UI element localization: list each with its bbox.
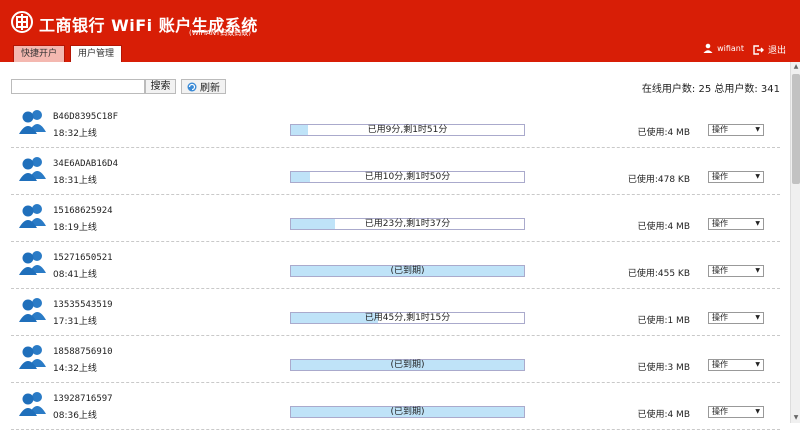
logout-icon (753, 44, 764, 55)
operation-selected: 操作 (712, 407, 728, 416)
table-row: 34E6ADAB16D4 18:31上线 已用10分,剩1时50分 已使用:47… (11, 148, 780, 195)
dropdown-arrow-icon: ▼ (755, 314, 760, 321)
user-account: 13535543519 (53, 300, 113, 310)
refresh-label: 刷新 (200, 83, 220, 94)
user-account: 13928716597 (53, 394, 113, 404)
tab-bar: 快捷开户 用户管理 (13, 45, 123, 62)
users-icon (19, 110, 46, 134)
dropdown-arrow-icon: ▼ (755, 408, 760, 415)
table-row: 18588756910 14:32上线 (已到期) 已使用:3 MB 操作 ▼ (11, 336, 780, 383)
logout-label: 退出 (767, 46, 786, 56)
dropdown-arrow-icon: ▼ (755, 173, 760, 180)
data-usage: 已使用:4 MB (637, 222, 690, 232)
operation-selected: 操作 (712, 360, 728, 369)
data-usage: 已使用:4 MB (637, 128, 690, 138)
time-progress-bar: 已用23分,剩1时37分 (290, 218, 525, 230)
data-usage: 已使用:1 MB (637, 316, 690, 326)
scroll-thumb[interactable] (792, 74, 800, 184)
users-icon (19, 392, 46, 416)
operation-select[interactable]: 操作 ▼ (708, 265, 764, 277)
login-time: 14:32上线 (53, 364, 97, 374)
scroll-up-icon[interactable]: ▲ (791, 62, 800, 72)
users-icon (19, 157, 46, 181)
user-account: 18588756910 (53, 347, 113, 357)
dropdown-arrow-icon: ▼ (755, 126, 760, 133)
operation-selected: 操作 (712, 172, 728, 181)
time-status: 已用9分,剩1时51分 (367, 125, 448, 135)
users-icon (19, 204, 46, 228)
login-time: 08:36上线 (53, 411, 97, 421)
users-icon (19, 298, 46, 322)
current-user[interactable]: wifiant (703, 43, 744, 53)
login-time: 18:31上线 (53, 176, 97, 186)
refresh-icon (187, 82, 197, 91)
table-row: B46D8395C18F 18:32上线 已用9分,剩1时51分 已使用:4 M… (11, 101, 780, 148)
user-account: B46D8395C18F (53, 112, 119, 122)
operation-select[interactable]: 操作 ▼ (708, 359, 764, 371)
time-progress-bar: 已用45分,剩1时15分 (290, 312, 525, 324)
operation-selected: 操作 (712, 219, 728, 228)
tab-user-management[interactable]: 用户管理 (70, 45, 123, 62)
user-list: B46D8395C18F 18:32上线 已用9分,剩1时51分 已使用:4 M… (11, 101, 780, 430)
data-usage: 已使用:455 KB (627, 269, 690, 279)
time-status: (已到期) (390, 360, 425, 370)
app-subtitle: (WiFiANT蚂蚁蚂蚁) (189, 29, 251, 37)
time-progress-bar: (已到期) (290, 406, 525, 418)
operation-select[interactable]: 操作 ▼ (708, 124, 764, 136)
table-row: 15168625924 18:19上线 已用23分,剩1时37分 已使用:4 M… (11, 195, 780, 242)
operation-select[interactable]: 操作 ▼ (708, 406, 764, 418)
time-status: (已到期) (390, 266, 425, 276)
time-status: (已到期) (390, 407, 425, 417)
operation-select[interactable]: 操作 ▼ (708, 312, 764, 324)
logout-button[interactable]: 退出 (753, 43, 786, 56)
dropdown-arrow-icon: ▼ (755, 361, 760, 368)
icbc-logo-icon (11, 11, 33, 33)
login-time: 08:41上线 (53, 270, 97, 280)
current-user-name: wifiant (717, 43, 744, 53)
login-time: 18:32上线 (53, 129, 97, 139)
data-usage: 已使用:3 MB (637, 363, 690, 373)
search-button[interactable]: 搜索 (145, 79, 176, 94)
operation-selected: 操作 (712, 125, 728, 134)
time-progress-bar: 已用10分,剩1时50分 (290, 171, 525, 183)
operation-select[interactable]: 操作 ▼ (708, 171, 764, 183)
users-icon (19, 345, 46, 369)
operation-select[interactable]: 操作 ▼ (708, 218, 764, 230)
table-row: 13535543519 17:31上线 已用45分,剩1时15分 已使用:1 M… (11, 289, 780, 336)
user-account: 34E6ADAB16D4 (53, 159, 119, 169)
user-account: 15168625924 (53, 206, 113, 216)
page-scrollbar[interactable]: ▲ ▼ (790, 62, 800, 423)
tab-quick-open[interactable]: 快捷开户 (13, 45, 66, 62)
scroll-down-icon[interactable]: ▼ (791, 413, 800, 423)
login-time: 17:31上线 (53, 317, 97, 327)
search-input[interactable] (11, 79, 145, 94)
time-progress-bar: (已到期) (290, 359, 525, 371)
user-account: 15271650521 (53, 253, 113, 263)
time-status: 已用10分,剩1时50分 (364, 172, 451, 182)
operation-selected: 操作 (712, 313, 728, 322)
dropdown-arrow-icon: ▼ (755, 267, 760, 274)
operation-selected: 操作 (712, 266, 728, 275)
data-usage: 已使用:478 KB (627, 175, 690, 185)
online-user-stats: 在线用户数: 25 总用户数: 341 (641, 84, 780, 95)
login-time: 18:19上线 (53, 223, 97, 233)
users-icon (19, 251, 46, 275)
time-status: 已用23分,剩1时37分 (364, 219, 451, 229)
time-progress-bar: 已用9分,剩1时51分 (290, 124, 525, 136)
user-icon (703, 43, 713, 53)
refresh-button[interactable]: 刷新 (181, 79, 226, 94)
dropdown-arrow-icon: ▼ (755, 220, 760, 227)
table-row: 15271650521 08:41上线 (已到期) 已使用:455 KB 操作 ▼ (11, 242, 780, 289)
time-progress-bar: (已到期) (290, 265, 525, 277)
app-header: 工商银行 WiFi 账户生成系统 (WiFiANT蚂蚁蚂蚁) 快捷开户 用户管理… (0, 0, 800, 62)
data-usage: 已使用:4 MB (637, 410, 690, 420)
time-status: 已用45分,剩1时15分 (364, 313, 451, 323)
